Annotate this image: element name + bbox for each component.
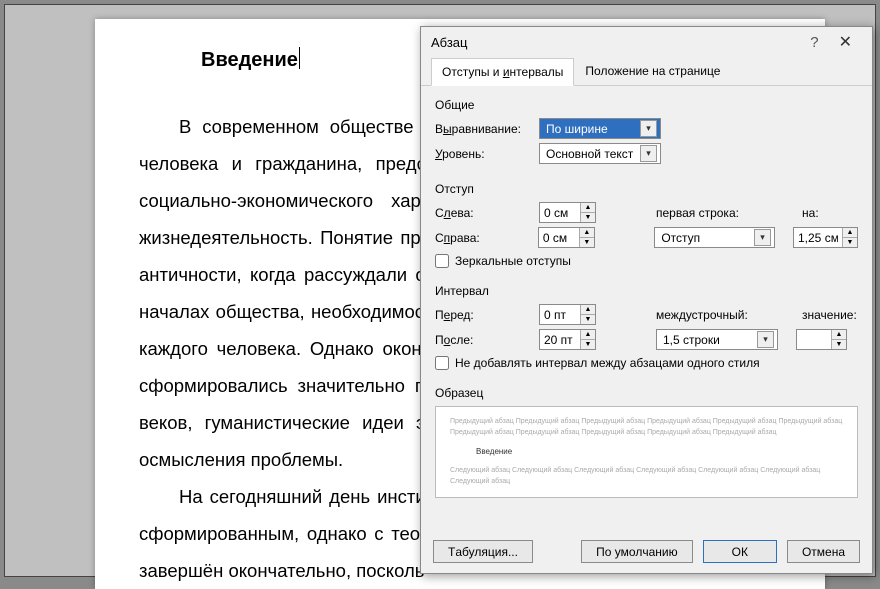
spin-up-icon[interactable]: ▲ xyxy=(579,228,594,238)
dialog-button-bar: Табуляция... По умолчанию ОК Отмена xyxy=(421,540,872,563)
text-cursor xyxy=(299,47,300,69)
spin-up-icon[interactable]: ▲ xyxy=(580,305,595,315)
tab-indents[interactable]: Отступы и интервалы xyxy=(431,58,574,86)
level-select[interactable]: Основной текст ▾ xyxy=(539,143,661,164)
indent-by-input[interactable] xyxy=(794,228,842,247)
spin-up-icon[interactable]: ▲ xyxy=(580,203,595,213)
indent-left-spinner[interactable]: ▲▼ xyxy=(539,202,596,223)
default-button[interactable]: По умолчанию xyxy=(581,540,692,563)
spin-up-icon[interactable]: ▲ xyxy=(842,228,857,238)
section-general: Общие Выравнивание: По ширине ▾ Уровень:… xyxy=(421,86,872,170)
indent-right-label: Справа: xyxy=(435,231,532,245)
section-indent: Отступ Слева: ▲▼ первая строка: на: Спра… xyxy=(421,170,872,272)
section-title-indent: Отступ xyxy=(435,182,858,196)
no-space-same-style-checkbox[interactable]: Не добавлять интервал между абзацами одн… xyxy=(435,356,858,370)
tab-position[interactable]: Положение на странице xyxy=(574,57,731,85)
paragraph-dialog: Абзац ? ✕ Отступы и интервалы Положение … xyxy=(420,26,873,574)
line-spacing-value: 1,5 строки xyxy=(663,333,720,347)
dialog-title: Абзац xyxy=(431,35,800,50)
section-title-spacing: Интервал xyxy=(435,284,858,298)
spacing-before-label: Перед: xyxy=(435,308,533,322)
spacing-before-spinner[interactable]: ▲▼ xyxy=(539,304,596,325)
level-label: Уровень: xyxy=(435,147,533,161)
spacing-at-input[interactable] xyxy=(797,330,831,349)
doc-heading-text: Введение xyxy=(201,49,298,71)
no-space-same-style-label: Не добавлять интервал между абзацами одн… xyxy=(455,356,760,370)
help-icon[interactable]: ? xyxy=(800,30,828,55)
chevron-down-icon[interactable]: ▾ xyxy=(757,331,774,348)
indent-right-spinner[interactable]: ▲▼ xyxy=(538,227,595,248)
indent-by-spinner[interactable]: ▲▼ xyxy=(793,227,858,248)
spin-up-icon[interactable]: ▲ xyxy=(831,330,846,340)
sample-preview: Предыдущий абзац Предыдущий абзац Предыд… xyxy=(435,406,858,498)
spacing-at-spinner[interactable]: ▲▼ xyxy=(796,329,847,350)
line-spacing-select[interactable]: 1,5 строки ▾ xyxy=(656,329,778,350)
indent-right-input[interactable] xyxy=(539,228,579,247)
cancel-button[interactable]: Отмена xyxy=(787,540,860,563)
dialog-titlebar[interactable]: Абзац ? ✕ xyxy=(421,27,872,57)
align-select[interactable]: По ширине ▾ xyxy=(539,118,661,139)
align-value: По ширине xyxy=(546,122,608,136)
line-spacing-label: междустрочный: xyxy=(656,308,766,322)
section-spacing: Интервал Перед: ▲▼ междустрочный: значен… xyxy=(421,272,872,374)
chevron-down-icon[interactable]: ▾ xyxy=(640,120,657,137)
no-space-same-style-input[interactable] xyxy=(435,356,449,370)
spacing-after-input[interactable] xyxy=(540,330,580,349)
mirror-indents-input[interactable] xyxy=(435,254,449,268)
spin-down-icon[interactable]: ▼ xyxy=(579,238,594,247)
spin-down-icon[interactable]: ▼ xyxy=(580,213,595,222)
spin-down-icon[interactable]: ▼ xyxy=(842,238,857,247)
spin-down-icon[interactable]: ▼ xyxy=(580,340,595,349)
first-line-value: Отступ xyxy=(661,231,700,245)
level-value: Основной текст xyxy=(546,147,633,161)
section-title-sample: Образец xyxy=(435,386,858,400)
chevron-down-icon[interactable]: ▾ xyxy=(640,145,657,162)
align-label: Выравнивание: xyxy=(435,122,533,136)
mirror-indents-checkbox[interactable]: Зеркальные отступы xyxy=(435,254,858,268)
dialog-tabs: Отступы и интервалы Положение на страниц… xyxy=(421,57,872,86)
first-line-select[interactable]: Отступ ▾ xyxy=(654,227,775,248)
sample-next-text: Следующий абзац Следующий абзац Следующи… xyxy=(450,466,843,487)
section-sample: Образец xyxy=(421,374,872,400)
spin-down-icon[interactable]: ▼ xyxy=(580,315,595,324)
ok-button[interactable]: ОК xyxy=(703,540,777,563)
section-title-general: Общие xyxy=(435,98,858,112)
indent-left-label: Слева: xyxy=(435,206,533,220)
sample-focus-text: Введение xyxy=(476,446,843,458)
indent-left-input[interactable] xyxy=(540,203,580,222)
mirror-indents-label: Зеркальные отступы xyxy=(455,254,571,268)
spin-down-icon[interactable]: ▼ xyxy=(831,340,846,349)
spacing-at-label: значение: xyxy=(802,308,857,322)
spacing-before-input[interactable] xyxy=(540,305,580,324)
spacing-after-label: После: xyxy=(435,333,533,347)
spin-up-icon[interactable]: ▲ xyxy=(580,330,595,340)
indent-by-label: на: xyxy=(802,206,819,220)
close-icon[interactable]: ✕ xyxy=(829,30,862,54)
chevron-down-icon[interactable]: ▾ xyxy=(754,229,771,246)
tabs-button[interactable]: Табуляция... xyxy=(433,540,533,563)
sample-prev-text: Предыдущий абзац Предыдущий абзац Предыд… xyxy=(450,417,843,438)
first-line-label: первая строка: xyxy=(656,206,766,220)
spacing-after-spinner[interactable]: ▲▼ xyxy=(539,329,596,350)
